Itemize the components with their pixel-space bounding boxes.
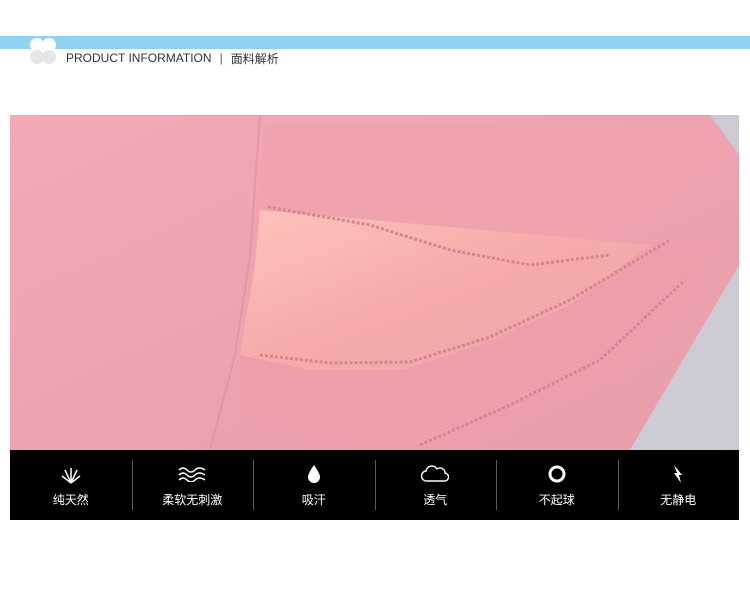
waves-icon	[178, 463, 206, 485]
feature-breathable: 透气	[374, 450, 497, 520]
feature-natural: 纯天然	[10, 450, 132, 520]
feature-label: 纯天然	[52, 492, 89, 507]
clover-logo-icon	[28, 36, 58, 66]
feature-soft: 柔软无刺激	[131, 450, 254, 520]
grass-icon	[57, 463, 85, 485]
feature-label: 无静电	[660, 492, 697, 507]
feature-label: 柔软无刺激	[162, 492, 223, 507]
section-header: PRODUCT INFORMATION | 面料解析	[66, 49, 279, 67]
feature-label: 不起球	[538, 492, 575, 507]
feature-label: 吸汗	[301, 492, 326, 507]
section-title-cn: 面料解析	[230, 51, 279, 66]
feature-absorbent: 吸汗	[253, 450, 375, 520]
feature-anti-static: 无静电	[617, 450, 740, 520]
lightning-icon	[664, 463, 692, 485]
water-drop-icon	[300, 463, 328, 485]
feature-no-pilling: 不起球	[496, 450, 618, 520]
ring-icon	[543, 463, 571, 485]
top-banner-bar	[0, 36, 750, 49]
cloud-icon	[421, 463, 450, 485]
fabric-photo	[10, 115, 739, 450]
feature-bar: 纯天然 柔软无刺激 吸汗 透气 不起球 无静电	[10, 450, 739, 520]
title-separator: |	[219, 51, 223, 65]
section-title-en: PRODUCT INFORMATION	[66, 51, 212, 65]
feature-label: 透气	[423, 492, 448, 507]
